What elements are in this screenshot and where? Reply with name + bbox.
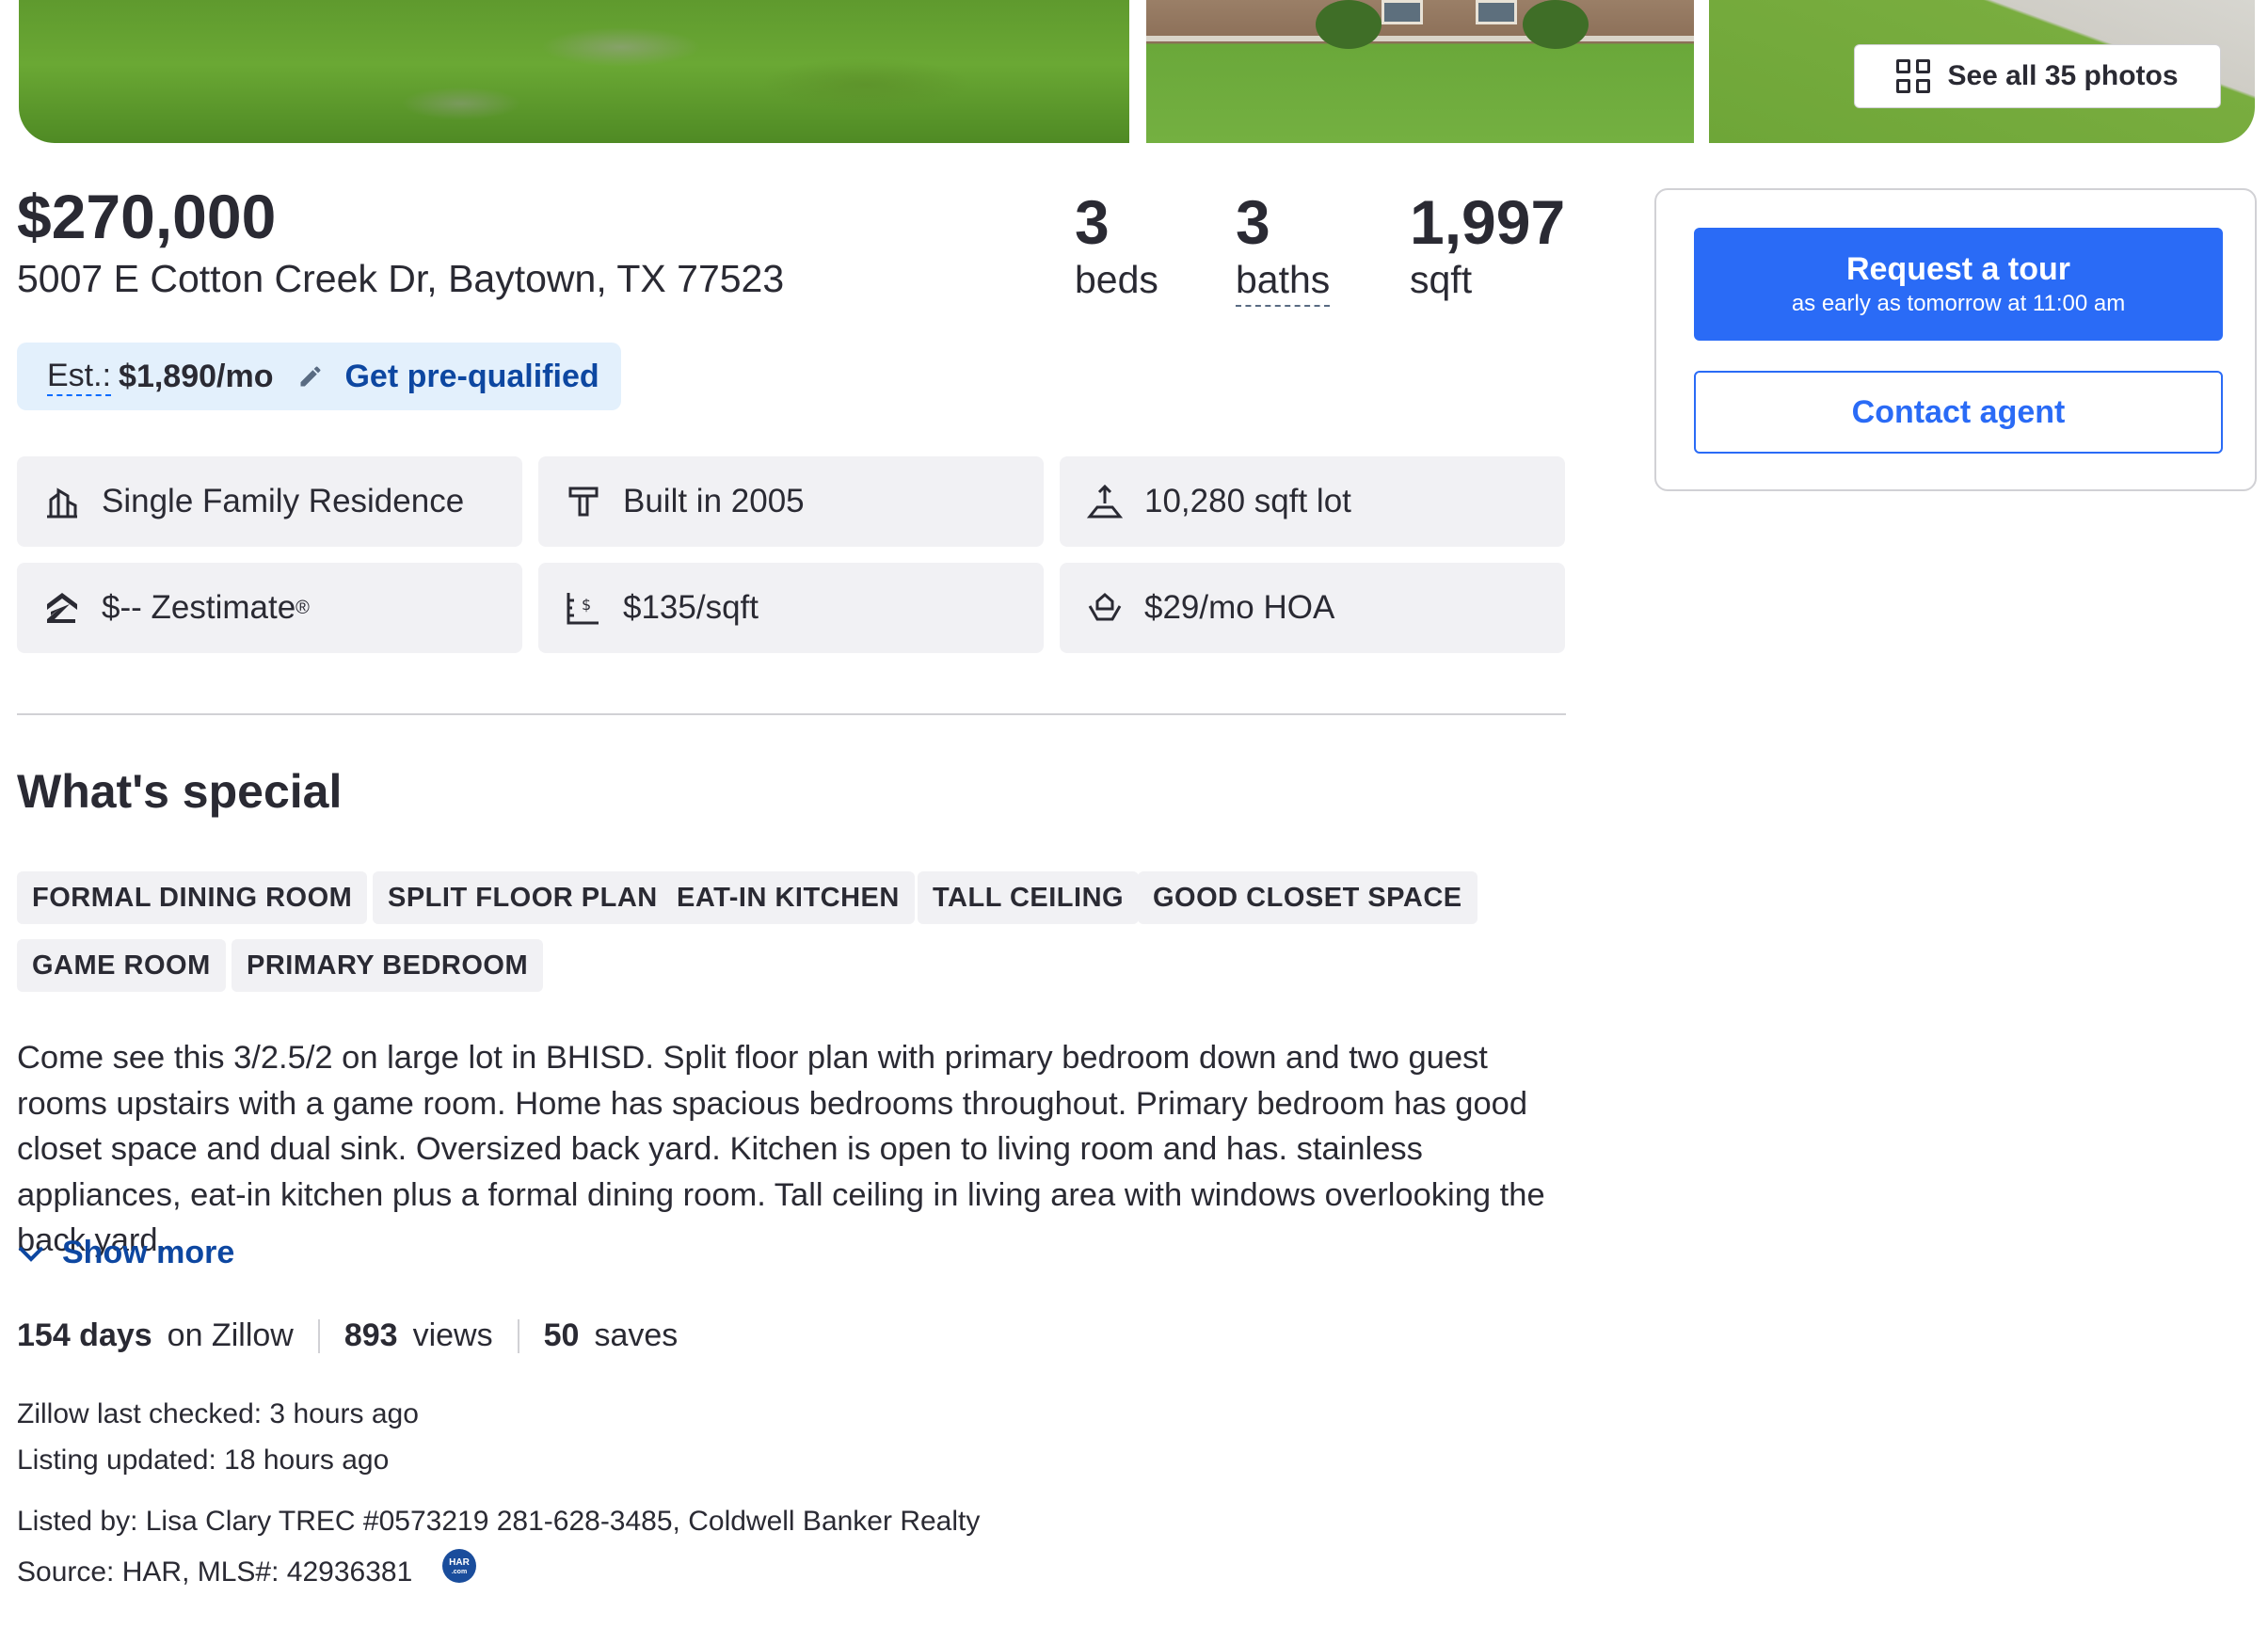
saves-label: saves [594,1317,679,1353]
price-ruler-icon: $ [565,589,602,627]
listing-source: Source: HAR, MLS#: 42936381 [17,1556,413,1588]
fact-home-type-text: Single Family Residence [102,483,465,519]
sqft-stat: 1,997 sqft [1410,188,1565,303]
contact-card: Request a tour as early as tomorrow at 1… [1654,188,2257,491]
zestimate-registered-mark: ® [295,597,310,618]
whats-special-heading: What's special [17,765,343,818]
photo-house-exterior[interactable] [1146,0,1694,143]
views-value: 893 [343,1317,398,1353]
special-tag: PRIMARY BEDROOM [232,939,544,992]
show-more-button[interactable]: Show more [17,1235,234,1271]
see-all-photos-label: See all 35 photos [1947,60,2179,91]
special-tag: TALL CEILING [918,871,1140,924]
fact-lot-size: 10,280 sqft lot [1060,456,1565,547]
fact-zestimate-text: $-- Zestimate [102,589,296,626]
fact-price-per-sqft-text: $135/sqft [623,589,759,626]
fact-price-per-sqft: $ $135/sqft [538,563,1044,653]
beds-label: beds [1075,258,1158,301]
lot-size-icon [1086,483,1124,520]
stat-separator [517,1318,519,1353]
estimate-value: $1,890/mo [119,358,274,394]
special-tag: GOOD CLOSET SPACE [1138,871,1477,924]
listing-price: $270,000 [17,182,277,251]
days-on-zillow-value: 154 days [17,1317,152,1353]
get-prequalified-link[interactable]: Get pre-qualified [344,359,599,395]
building-chart-icon [43,483,81,520]
last-checked: Zillow last checked: 3 hours ago [17,1398,419,1429]
request-tour-subtext: as early as tomorrow at 11:00 am [1791,291,2126,316]
hammer-icon [565,483,602,520]
baths-stat[interactable]: 3 baths [1236,187,1331,307]
listing-description: Come see this 3/2.5/2 on large lot in BH… [17,1040,1545,1258]
listed-by: Listed by: Lisa Clary TREC #0573219 281-… [17,1506,981,1537]
special-tag: EAT-IN KITCHEN [662,871,915,924]
fact-zestimate[interactable]: $-- Zestimate ® [17,563,522,653]
request-tour-button[interactable]: Request a tour as early as tomorrow at 1… [1694,228,2223,341]
fact-home-type: Single Family Residence [17,456,522,547]
svg-text:$: $ [582,596,591,614]
section-divider [17,713,1566,715]
photo-front-lawn[interactable] [19,0,1129,143]
special-tag: GAME ROOM [17,939,226,992]
views-label: views [412,1317,493,1353]
har-logo-icon: HAR .com [442,1549,476,1583]
request-tour-label: Request a tour [1845,251,2071,287]
stat-separator [317,1318,320,1353]
shrub [1316,0,1382,49]
listing-address: 5007 E Cotton Creek Dr, Baytown, TX 7752… [17,257,785,300]
grid-icon [1896,59,1931,93]
special-tag: FORMAL DINING ROOM [17,871,368,924]
special-tag: SPLIT FLOOR PLAN [373,871,673,924]
days-on-zillow-label: on Zillow [167,1317,294,1353]
zillow-logo-icon [43,589,81,627]
saves-value: 50 [543,1317,580,1353]
beds-value: 3 [1075,187,1110,257]
fact-hoa-text: $29/mo HOA [1144,589,1335,626]
show-more-label: Show more [62,1235,235,1270]
baths-value: 3 [1236,187,1270,257]
sqft-label: sqft [1410,258,1473,301]
see-all-photos-button[interactable]: See all 35 photos [1854,44,2221,108]
hands-house-icon [1086,589,1124,627]
fact-year-built-text: Built in 2005 [623,483,805,519]
contact-agent-button[interactable]: Contact agent [1694,371,2223,454]
sqft-value: 1,997 [1410,187,1566,257]
payment-estimate: Est.: $1,890/mo Get pre-qualified [17,343,621,410]
fact-year-built: Built in 2005 [538,456,1044,547]
fact-hoa: $29/mo HOA [1060,563,1565,653]
har-badge-top: HAR [449,1556,470,1568]
baths-label[interactable]: baths [1236,256,1331,307]
house-window [1476,0,1517,24]
listing-activity: 154 days on Zillow 893 views 50 saves [17,1317,678,1354]
beds-stat: 3 beds [1075,188,1158,303]
pencil-icon[interactable] [297,363,324,390]
house-window [1382,0,1423,24]
fact-lot-size-text: 10,280 sqft lot [1144,483,1351,519]
listing-updated: Listing updated: 18 hours ago [17,1444,390,1476]
har-badge-bottom: .com [451,1568,468,1575]
chevron-down-icon [17,1235,45,1271]
estimate-label[interactable]: Est.: [47,358,112,396]
shrub [1523,0,1589,49]
